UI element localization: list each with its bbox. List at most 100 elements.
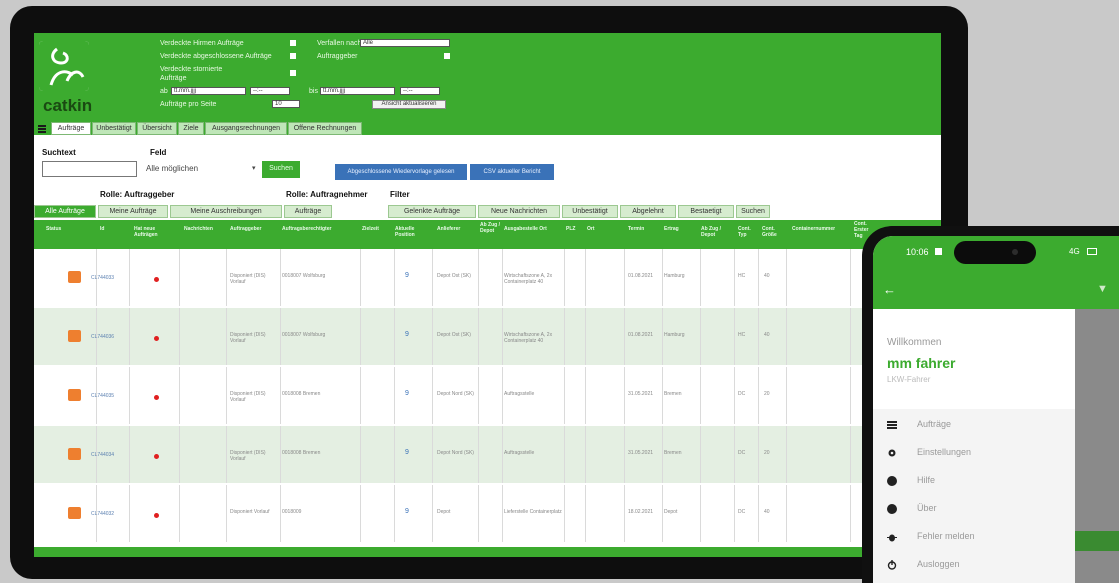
read-button[interactable]: Abgeschlossene Wiedervorlage gelesen xyxy=(335,164,467,180)
filter-icon[interactable]: ▼ xyxy=(1097,283,1108,295)
table-row[interactable]: CL744033 Disponiert (DIS) Vorlauf 0018007 … xyxy=(34,249,941,306)
open-order-icon[interactable] xyxy=(68,448,81,460)
tab-unbestaetigt-2[interactable]: Unbestätigt xyxy=(562,205,618,218)
column-header[interactable]: Ort xyxy=(587,226,595,232)
checkbox[interactable] xyxy=(290,53,296,59)
column-divider xyxy=(129,426,130,483)
column-header[interactable]: Nachrichten xyxy=(184,226,213,232)
scrim-overlay[interactable] xyxy=(1075,309,1119,583)
feld-label: Feld xyxy=(150,148,167,157)
tab-neue-nachrichten[interactable]: Neue Nachrichten xyxy=(478,205,560,218)
table-cell-typ: DC xyxy=(738,450,746,456)
order-id-link[interactable]: CL744033 xyxy=(91,275,114,281)
table-row[interactable]: CL744036 Disponiert (DIS) Vorlauf 0018007 … xyxy=(34,308,941,365)
table-cell-date: 01.08.2021 xyxy=(628,332,654,338)
date-from-input[interactable]: tt.mm.jjjj xyxy=(171,87,246,95)
column-divider xyxy=(360,485,361,542)
table-row[interactable]: CL744032 Disponiert Vorlauf 0018009 9 Depot L… xyxy=(34,485,941,542)
main-tabs: Aufträge Unbestätigt Übersicht Ziele Aus… xyxy=(34,122,941,135)
tab-offene-rechnungen[interactable]: Offene Rechnungen xyxy=(288,122,362,135)
tab-gelenkte-auftraege[interactable]: Gelenkte Aufträge xyxy=(388,205,476,218)
background-button xyxy=(1075,531,1119,551)
order-id-link[interactable]: CL744035 xyxy=(91,393,114,399)
column-header[interactable]: Id xyxy=(100,226,104,232)
column-header[interactable]: Ausgabestelle Ort xyxy=(504,226,552,232)
table-row[interactable]: CL744034 Disponiert (DIS) Vorlauf 0018008 … xyxy=(34,426,941,483)
column-header[interactable]: Auftragsberechtigter xyxy=(282,226,331,232)
menu-item-fehler-melden[interactable]: Fehler melden xyxy=(873,523,1075,551)
refresh-view-button[interactable]: Ansicht aktualisieren xyxy=(372,100,446,109)
column-header[interactable]: Hat neue Aufträgen xyxy=(134,226,168,238)
menu-item-einstellungen[interactable]: Einstellungen xyxy=(873,439,1075,467)
column-header[interactable]: Ab Zug / Depot xyxy=(480,222,500,234)
per-page-select[interactable]: 10 xyxy=(272,100,300,108)
tab-abgelehnt[interactable]: Abgelehnt xyxy=(620,205,676,218)
column-header[interactable]: Status xyxy=(46,226,61,232)
column-header[interactable]: Termin xyxy=(628,226,644,232)
order-id-link[interactable]: CL744034 xyxy=(91,452,114,458)
order-id-link[interactable]: CL744036 xyxy=(91,334,114,340)
tab-bestaetigt[interactable]: Bestaetigt xyxy=(678,205,734,218)
tab-alle-auftraege[interactable]: Alle Aufträge xyxy=(34,205,96,218)
column-divider xyxy=(662,426,663,483)
help-icon xyxy=(887,476,897,486)
time-from-input[interactable]: --:-- xyxy=(250,87,290,95)
tab-uebersicht[interactable]: Übersicht xyxy=(137,122,177,135)
menu-item-hilfe[interactable]: Hilfe xyxy=(873,467,1075,495)
column-header[interactable]: Cont. Größe xyxy=(762,226,778,238)
column-divider xyxy=(226,426,227,483)
column-header[interactable]: Auftraggeber xyxy=(230,226,261,232)
date-to-input[interactable]: tt.mm.jjjj xyxy=(320,87,395,95)
column-header[interactable]: Cont. Typ xyxy=(738,226,754,238)
back-arrow-icon[interactable]: ← xyxy=(883,282,896,297)
table-cell-size: 40 xyxy=(764,332,770,338)
search-button[interactable]: Suchen xyxy=(262,161,300,178)
open-order-icon[interactable] xyxy=(68,389,81,401)
search-input[interactable] xyxy=(42,161,137,177)
table-cell-size: 20 xyxy=(764,450,770,456)
tab-ausgangsrechnungen[interactable]: Ausgangsrechnungen xyxy=(205,122,287,135)
csv-button[interactable]: CSV aktueller Bericht xyxy=(470,164,554,180)
column-header[interactable]: PLZ xyxy=(566,226,575,232)
column-header[interactable]: Containernummer xyxy=(792,226,835,232)
tab-ziele[interactable]: Ziele xyxy=(178,122,204,135)
column-divider xyxy=(360,249,361,306)
checkbox[interactable] xyxy=(290,40,296,46)
tab-suchen[interactable]: Suchen xyxy=(736,205,770,218)
tab-auftraege[interactable]: Aufträge xyxy=(51,122,91,135)
new-indicator-icon xyxy=(154,513,159,518)
tab-meine-auschreibungen[interactable]: Meine Auschreibungen xyxy=(170,205,282,218)
open-order-icon[interactable] xyxy=(68,330,81,342)
time-to-input[interactable]: --:-- xyxy=(400,87,440,95)
column-divider xyxy=(179,367,180,424)
table-cell-depot: Depot xyxy=(664,509,678,515)
tab-meine-auftraege[interactable]: Meine Aufträge xyxy=(98,205,168,218)
open-order-icon[interactable] xyxy=(68,271,81,283)
table-cell-pos: 9 xyxy=(405,331,409,338)
tab-unbestaetigt[interactable]: Unbestätigt xyxy=(92,122,136,135)
menu-item-auftraege[interactable]: Aufträge xyxy=(873,411,1075,439)
table-row[interactable]: CL744035 Disponiert (DIS) Vorlauf 0018008 … xyxy=(34,367,941,424)
table-header: Status Id Hat neue Aufträgen Nachrichten… xyxy=(34,220,941,249)
column-divider xyxy=(624,426,625,483)
order-id-link[interactable]: CL744032 xyxy=(91,511,114,517)
open-order-icon[interactable] xyxy=(68,507,81,519)
tab-auftraege-2[interactable]: Aufträge xyxy=(284,205,332,218)
column-divider xyxy=(700,249,701,306)
column-header[interactable]: Anlieferer xyxy=(437,226,460,232)
table-cell-ort: Auftragsstelle xyxy=(504,450,535,456)
status-select[interactable]: Alle xyxy=(360,39,450,47)
column-divider xyxy=(394,308,395,365)
menu-item-ueber[interactable]: Über xyxy=(873,495,1075,523)
checkbox[interactable] xyxy=(290,70,296,76)
menu-item-ausloggen[interactable]: Ausloggen xyxy=(873,551,1075,579)
checkbox[interactable] xyxy=(444,53,450,59)
column-header[interactable]: Zielzeit xyxy=(362,226,379,232)
menu-icon[interactable] xyxy=(36,122,48,135)
column-header[interactable]: Ab Zug / Depot xyxy=(701,226,723,238)
column-header[interactable]: Ertrag xyxy=(664,226,679,232)
table-cell-date: 01.08.2021 xyxy=(628,273,654,279)
column-header[interactable]: Aktuelle Position xyxy=(395,226,423,238)
field-select[interactable]: Alle möglichen xyxy=(142,161,225,178)
logo[interactable]: catkin xyxy=(39,41,92,123)
